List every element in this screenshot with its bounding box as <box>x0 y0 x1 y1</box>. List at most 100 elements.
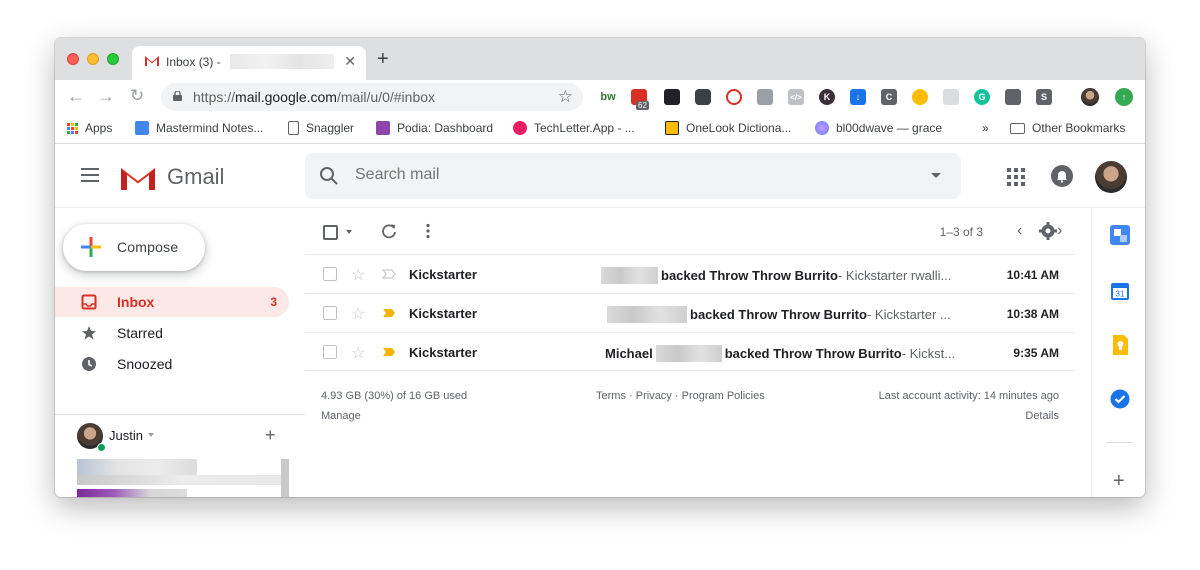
select-all-checkbox[interactable] <box>323 225 338 240</box>
account-avatar[interactable] <box>1095 161 1127 193</box>
program-policies-link[interactable]: Program Policies <box>682 390 765 402</box>
importance-marker-icon[interactable] <box>382 308 396 318</box>
bookmark-apps[interactable]: Apps <box>67 121 112 135</box>
s-extension-icon[interactable]: S <box>1036 89 1052 105</box>
k-extension-icon[interactable]: K <box>819 89 835 105</box>
bookmark-star-icon[interactable]: ☆ <box>558 87 573 107</box>
star-icon[interactable]: ☆ <box>351 343 365 363</box>
row-checkbox[interactable] <box>323 267 337 281</box>
emoji-extension-icon[interactable] <box>912 89 928 105</box>
google-apps-icon[interactable] <box>1007 168 1025 186</box>
email-time: 9:35 AM <box>1013 346 1059 360</box>
importance-marker-icon[interactable] <box>382 347 396 357</box>
separator: · <box>674 390 679 402</box>
update-arrow-icon[interactable]: ↑ <box>1115 88 1133 106</box>
importance-marker-icon[interactable] <box>382 269 396 279</box>
extension-badge: 62 <box>636 101 649 110</box>
new-tab-button[interactable]: + <box>377 48 389 71</box>
buffer-extension-icon[interactable] <box>664 89 680 105</box>
activity-details-link[interactable]: Details <box>1025 410 1059 422</box>
separator: · <box>629 390 633 402</box>
sidebar-item-label: Inbox <box>117 294 155 310</box>
refresh-icon[interactable] <box>381 223 397 239</box>
main-menu-icon[interactable] <box>81 168 99 182</box>
sidebar-item-inbox[interactable]: Inbox 3 <box>55 287 289 317</box>
row-checkbox[interactable] <box>323 306 337 320</box>
row-checkbox[interactable] <box>323 345 337 359</box>
search-icon[interactable] <box>319 166 339 186</box>
forward-arrow-icon[interactable]: → <box>97 86 115 107</box>
compose-button[interactable]: Compose <box>63 224 205 271</box>
new-conversation-plus-icon[interactable]: + <box>265 425 276 446</box>
bookmark-bl00dwave[interactable]: bl00dwave — grace <box>815 121 942 135</box>
bookmark-onelook[interactable]: OneLook Dictiona... <box>665 121 791 135</box>
compose-plus-icon <box>81 237 101 257</box>
c-extension-icon[interactable]: C <box>881 89 897 105</box>
bookmark-mastermind[interactable]: Mastermind Notes... <box>135 121 263 135</box>
manage-storage-link[interactable]: Manage <box>321 410 361 422</box>
star-icon[interactable]: ☆ <box>351 304 365 324</box>
tab-close-icon[interactable]: ✕ <box>344 53 356 70</box>
tab-strip: Inbox (3) - ✕ + <box>55 38 1145 80</box>
older-page-icon[interactable]: › <box>1057 222 1062 240</box>
privacy-link[interactable]: Privacy <box>636 390 672 402</box>
contact-redacted[interactable] <box>77 489 187 497</box>
more-options-icon[interactable] <box>425 223 431 239</box>
code-extension-icon[interactable]: </> <box>788 89 804 105</box>
email-row[interactable]: ☆ Kickstarter backed Throw Throw Burrito… <box>305 293 1075 332</box>
hangouts-user-caret-icon[interactable] <box>148 433 154 437</box>
hangouts-user-name[interactable]: Justin <box>109 428 143 443</box>
google-tasks-icon[interactable] <box>1109 388 1131 410</box>
bookmark-podia[interactable]: Podia: Dashboard <box>376 121 493 135</box>
email-snippet: - Kickstarter ... <box>866 307 951 322</box>
email-time: 10:41 AM <box>1006 268 1059 282</box>
gmail-logo-icon[interactable] <box>119 164 157 192</box>
docs-icon <box>135 121 149 135</box>
search-input[interactable] <box>355 166 875 184</box>
star-icon[interactable]: ☆ <box>351 265 365 285</box>
download-extension-icon[interactable]: ↓ <box>850 89 866 105</box>
window-maximize-button[interactable] <box>107 53 119 65</box>
bookmark-techletter[interactable]: TechLetter.App - ... <box>513 121 635 135</box>
settings-gear-icon[interactable] <box>1039 222 1057 240</box>
back-arrow-icon[interactable]: ← <box>67 86 85 107</box>
bookmark-label: Apps <box>85 121 113 135</box>
window-close-button[interactable] <box>67 53 79 65</box>
sidebar-item-label: Snoozed <box>117 356 173 372</box>
bookmarks-overflow-button[interactable]: » <box>982 121 989 135</box>
bookmark-snaggler[interactable]: Snaggler <box>288 121 354 135</box>
email-subject: backed Throw Throw Burrito <box>724 346 902 361</box>
address-bar[interactable]: https://mail.google.com/mail/u/0/#inbox … <box>161 83 583 111</box>
side-panel-rail: 31 + <box>1091 208 1145 497</box>
sidebar-item-snoozed[interactable]: Snoozed <box>55 349 289 379</box>
bw-extension-icon[interactable]: bw <box>600 89 616 105</box>
compose-label: Compose <box>117 239 179 255</box>
storage-usage: 4.93 GB (30%) of 16 GB used <box>321 390 468 402</box>
terms-link[interactable]: Terms <box>596 390 626 402</box>
chat-extension-icon[interactable] <box>943 89 959 105</box>
scrollbar[interactable] <box>281 459 289 497</box>
browser-tab-inbox[interactable]: Inbox (3) - ✕ <box>132 46 366 80</box>
gmail-favicon-icon <box>145 56 159 66</box>
profile-avatar-icon[interactable] <box>1081 88 1099 106</box>
sidebar-item-starred[interactable]: Starred <box>55 318 289 348</box>
apps-grid-icon <box>67 122 78 134</box>
rocket-extension-icon[interactable] <box>726 89 742 105</box>
search-options-icon[interactable] <box>931 173 941 178</box>
pocket-extension-icon[interactable] <box>695 89 711 105</box>
select-dropdown-icon[interactable] <box>346 230 352 234</box>
calendar-blue-icon[interactable] <box>1109 224 1131 246</box>
grammarly-extension-icon[interactable]: G <box>974 89 990 105</box>
email-row[interactable]: ☆ Kickstarter Michael backed Throw Throw… <box>305 332 1075 371</box>
edit-extension-icon[interactable] <box>1005 89 1021 105</box>
other-bookmarks[interactable]: Other Bookmarks <box>1010 121 1125 135</box>
get-addons-plus-icon[interactable]: + <box>1113 470 1125 493</box>
google-calendar-icon[interactable]: 31 <box>1109 280 1131 302</box>
camera-extension-icon[interactable] <box>757 89 773 105</box>
google-keep-icon[interactable] <box>1109 334 1131 356</box>
email-row[interactable]: ☆ Kickstarter backed Throw Throw Burrito… <box>305 254 1075 293</box>
window-minimize-button[interactable] <box>87 53 99 65</box>
notifications-icon[interactable] <box>1051 165 1073 187</box>
newer-page-icon[interactable]: ‹ <box>1017 222 1022 240</box>
reload-icon[interactable]: ↻ <box>130 86 144 106</box>
